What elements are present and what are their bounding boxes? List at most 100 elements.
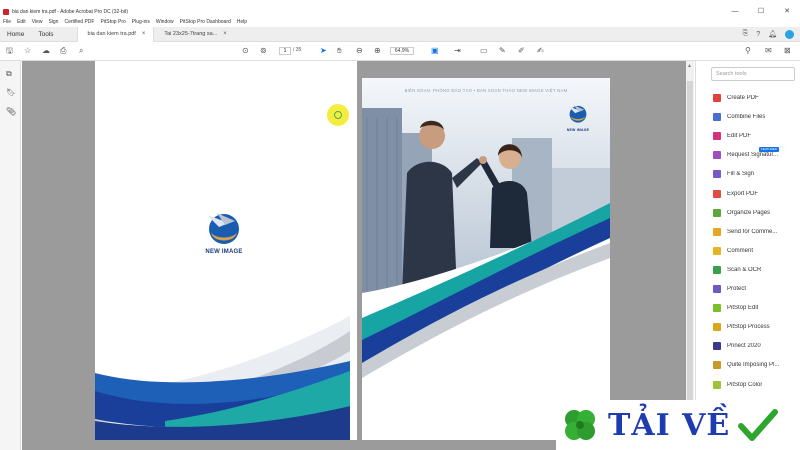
menu-bar: File Edit View Sign Certified PDF PitSto… [0,17,800,26]
bird-globe-logo-icon [207,213,239,244]
page-display-icon[interactable]: ▣ [431,46,439,56]
menu-plug-ins[interactable]: Plug-ins [132,19,150,25]
tool-item[interactable]: Scan & OCR [713,263,797,277]
tool-icon [713,285,721,293]
bookmark-star-icon[interactable]: ☆ [24,46,31,56]
tool-item[interactable]: Comment [713,244,797,258]
tool-label: Prinect 2020 [727,343,761,350]
close-tab-icon[interactable]: × [223,31,227,37]
tool-label: Quite Imposing Pl... [727,362,780,369]
scroll-mode-icon[interactable]: ⇥ [454,46,461,56]
page-total: / 35 [293,47,302,53]
new-image-logo: NEW IMAGE [199,205,249,255]
share-icon[interactable]: ⎘ [743,30,749,38]
scroll-up-arrow-icon[interactable]: ▲ [687,63,692,69]
collapse-pane-icon[interactable]: ⊠ [784,46,791,56]
menu-pitstop-pro[interactable]: PitStop Pro [100,19,125,25]
tool-item[interactable]: Export PDF [713,187,797,201]
main-toolbar: 🖫︎ ☆ ☁ ⎙ ⌕ ⊙ ⊚ 1 / 35 ➤ ✋︎ ⊖ ⊕ 64,9% ▣ ⇥… [0,42,800,61]
tool-icon [713,189,721,198]
zoom-out-icon[interactable]: ⊖ [356,46,363,56]
document-tab-active[interactable]: bia dan kiem tra.pdf × [76,26,154,42]
notification-bell-icon[interactable]: 🔔︎ [768,30,777,38]
maximize-button[interactable]: ☐ [748,6,774,17]
tool-item[interactable]: Edit PDF [713,129,797,143]
menu-window[interactable]: Window [156,19,174,25]
highlight-icon[interactable]: ✐ [518,46,525,56]
zoom-level-dropdown[interactable]: 64,9% [390,47,414,55]
menu-edit[interactable]: Edit [17,19,26,25]
menu-file[interactable]: File [3,19,11,25]
left-navigation-rail: ⧉ 🔖︎ 📎︎ [0,61,21,450]
tool-item[interactable]: Protect [713,282,797,296]
hand-tool-icon[interactable]: ✋︎ [337,46,342,56]
featured-badge: FEATURED [759,147,779,152]
tool-label: Export PDF [727,190,759,197]
logo-text: NEW IMAGE [566,128,590,132]
tool-item[interactable]: Create PDF [713,91,797,105]
watermark-text: TẢI VỀ [608,407,731,443]
tool-item[interactable]: PitStop Color [713,378,797,392]
front-cover-photo [362,78,610,440]
tool-item[interactable]: Quite Imposing Pl... [713,358,797,372]
menu-help[interactable]: Help [237,19,247,25]
tab-tools[interactable]: Tools [31,31,60,38]
pen-icon[interactable]: ✎ [499,46,506,56]
menu-view[interactable]: View [32,19,43,25]
tool-item[interactable]: Fill & Sign [713,167,797,181]
page-thumbnails-icon[interactable]: ⧉ [6,69,12,79]
acrobat-window: bia dan kiem tra.pdf - Adobe Acrobat Pro… [0,0,800,450]
save-icon[interactable]: 🖫︎ [6,46,13,56]
tool-icon [713,132,721,141]
email-icon[interactable]: ✉ [765,46,772,56]
close-window-button[interactable]: ✕ [774,6,800,17]
checkmark-icon [738,409,779,441]
page-number-input[interactable]: 1 [279,47,291,55]
account-avatar[interactable] [785,29,794,39]
zoom-search-icon[interactable]: ⌕ [79,46,83,56]
tool-label: Organize Pages [727,209,771,216]
tool-item[interactable]: PitStop Process [713,320,797,334]
tool-label: Send for Comme... [727,228,778,235]
comment-icon[interactable]: ▭ [480,46,488,56]
sign-icon[interactable]: ✍︎ [537,46,544,56]
share-link-icon[interactable]: ⚲ [745,46,751,56]
title-bar: bia dan kiem tra.pdf - Adobe Acrobat Pro… [0,6,800,17]
pdf-page-right: BIÊN SOẠN: PHÒNG ĐÀO TẠO • BAN SOẠN THẢO… [362,78,610,440]
tool-icon [713,94,721,102]
menu-certified-pdf[interactable]: Certified PDF [64,19,94,25]
tool-label: Edit PDF [727,133,752,140]
tool-label: Combine Files [727,114,766,121]
tool-icon [713,342,721,351]
tool-item[interactable]: Organize Pages [713,206,797,220]
upload-cloud-icon[interactable]: ☁ [42,46,50,56]
tool-item[interactable]: Combine Files [713,110,797,124]
help-icon[interactable]: ? [756,31,760,38]
scrollbar-thumb[interactable] [687,81,693,431]
download-watermark: TẢI VỀ [556,400,800,450]
search-tools-input[interactable]: Search tools [711,67,795,81]
tool-label: Create PDF [727,95,759,101]
document-tab[interactable]: Tai 23x25-7trang sa... × [153,26,234,42]
tool-item[interactable]: PitStop Edit [713,301,797,315]
attachments-icon[interactable]: 📎︎ [6,107,16,116]
tool-item[interactable]: Prinect 2020 [713,339,797,353]
tool-item[interactable]: Send for Comme... [713,225,797,239]
tool-icon [713,304,721,313]
cursor-highlight [327,104,349,126]
tab-home[interactable]: Home [0,31,31,38]
next-page-icon[interactable]: ⊚ [260,46,267,56]
select-cursor-icon[interactable]: ➤ [320,46,327,56]
tool-item[interactable]: Request Signatur... [713,148,797,162]
print-icon[interactable]: ⎙ [60,46,66,56]
close-tab-icon[interactable]: × [142,31,146,37]
previous-page-icon[interactable]: ⊙ [242,46,249,56]
tool-icon [713,208,721,217]
tab-bar: Home Tools bia dan kiem tra.pdf × Tai 23… [0,26,800,42]
menu-sign[interactable]: Sign [48,19,58,25]
menu-pitstop-dashboard[interactable]: PitStop Pro Dashboard [180,19,231,25]
zoom-in-icon[interactable]: ⊕ [374,46,381,56]
bookmarks-icon[interactable]: 🔖︎ [6,88,16,97]
vertical-scrollbar[interactable]: ▲ [686,61,694,450]
minimize-button[interactable]: — [722,6,748,17]
